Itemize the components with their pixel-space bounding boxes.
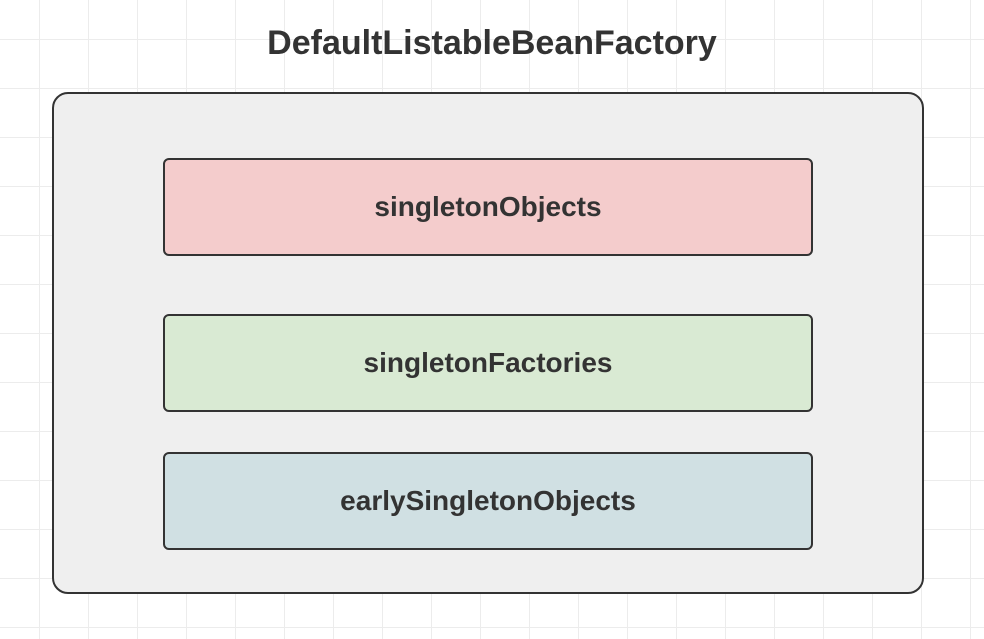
box-label-singleton-factories: singletonFactories [364,347,613,379]
box-label-singleton-objects: singletonObjects [374,191,601,223]
box-label-early-singleton-objects: earlySingletonObjects [340,485,636,517]
box-early-singleton-objects: earlySingletonObjects [163,452,813,550]
box-singleton-objects: singletonObjects [163,158,813,256]
bean-factory-container: singletonObjects singletonFactories earl… [52,92,924,594]
box-singleton-factories: singletonFactories [163,314,813,412]
diagram-title: DefaultListableBeanFactory [0,24,984,63]
